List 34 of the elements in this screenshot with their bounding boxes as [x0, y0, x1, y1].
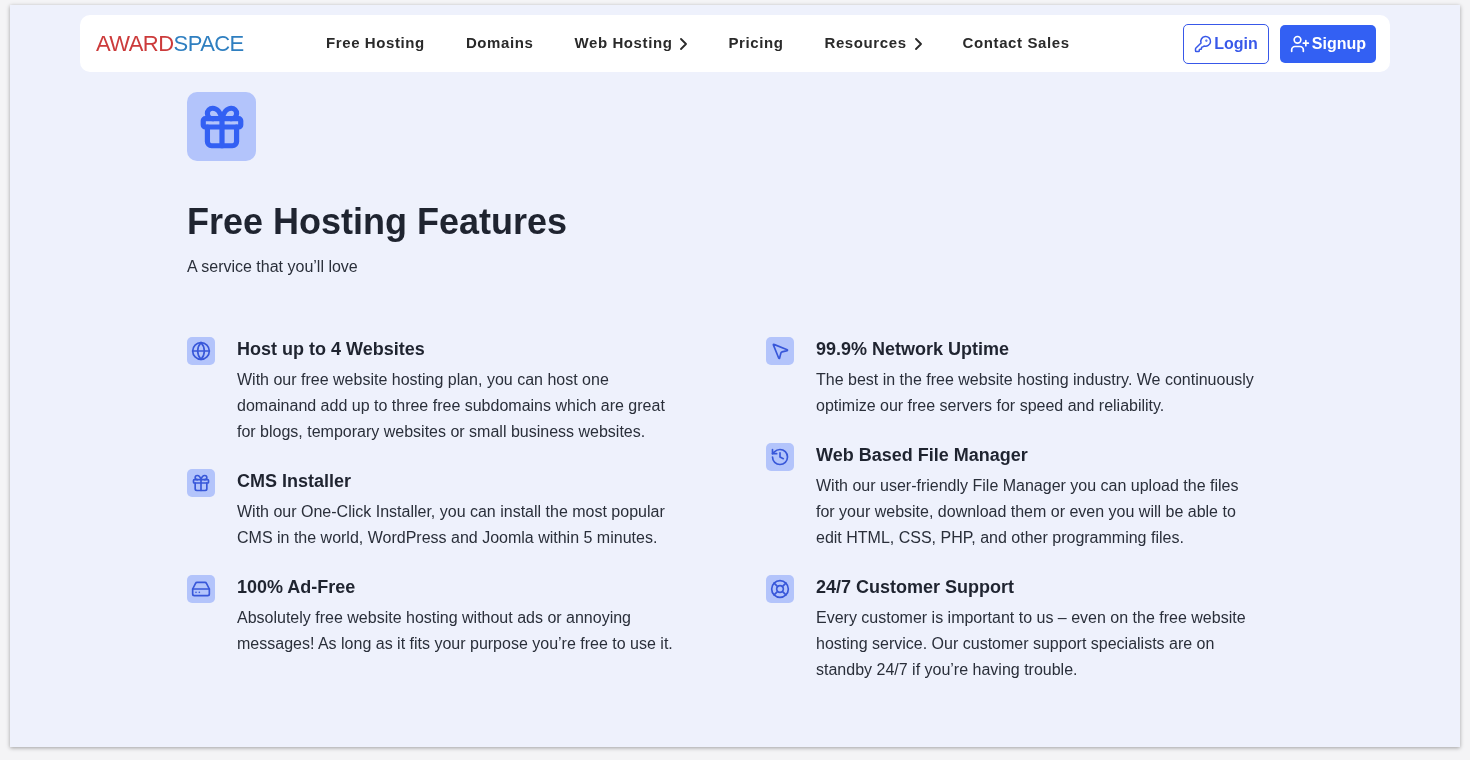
feature-description: Absolutely free website hosting without ads or annoying messages! As long as it fits your purpose you’re free to use it.	[237, 608, 674, 654]
globe-icon	[187, 337, 215, 365]
nav-link[interactable]: Web Hosting	[574, 32, 688, 55]
history-icon	[766, 443, 794, 471]
nav-link[interactable]: Resources	[824, 32, 922, 55]
feature-title: Web Based File Manager	[816, 444, 1029, 467]
cursor-icon	[766, 337, 794, 365]
login-button[interactable]: Login	[1183, 23, 1269, 64]
section-title: Free Hosting Features	[187, 200, 569, 244]
feature-description: The best in the free website hosting industry. We continuously optimize our free servers for speed and reliability.	[816, 370, 1255, 416]
key-icon	[1194, 34, 1213, 53]
feature-description: With our One-Click Installer, you can install the most popular CMS in the world, WordPress and Joomla within 5 minutes.	[237, 502, 666, 548]
feature-title: 100% Ad-Free	[237, 576, 357, 599]
nav-link[interactable]: Contact Sales	[962, 32, 1070, 55]
logo[interactable]: AWARDSPACE	[96, 27, 326, 60]
feature-title: Host up to 4 Websites	[237, 338, 426, 361]
chevron-icon	[680, 37, 688, 50]
nav-link[interactable]: Domains	[465, 32, 534, 55]
nav-link[interactable]: Free Hosting	[326, 32, 425, 55]
gift-icon	[187, 469, 215, 497]
drive-icon	[187, 575, 215, 603]
feature-description: Every customer is important to us – even on the free website hosting service. Our customer support specialists are on standby 24/7 if you’re having trouble.	[816, 608, 1247, 680]
feature-description: With our user-friendly File Manager you can upload the files for your website, download them or even you will be able to edit HTML, CSS, PHP, and other programming files.	[816, 476, 1240, 548]
nav-link[interactable]: Pricing	[728, 32, 784, 55]
feature-title: 24/7 Customer Support	[816, 576, 1016, 599]
section-subtitle: A service that you’ll love	[187, 257, 359, 277]
chevron-icon	[914, 37, 922, 50]
gift-icon	[187, 92, 256, 161]
lifebuoy-icon	[766, 575, 794, 603]
user-plus-icon	[1289, 33, 1310, 54]
feature-title: CMS Installer	[237, 470, 353, 493]
feature-description: With our free website hosting plan, you can host one domainand add up to three free subdomains which are great for blogs, temporary websites or small business websites.	[237, 370, 666, 442]
feature-title: 99.9% Network Uptime	[816, 338, 1011, 361]
signup-button[interactable]: Signup	[1279, 24, 1376, 63]
